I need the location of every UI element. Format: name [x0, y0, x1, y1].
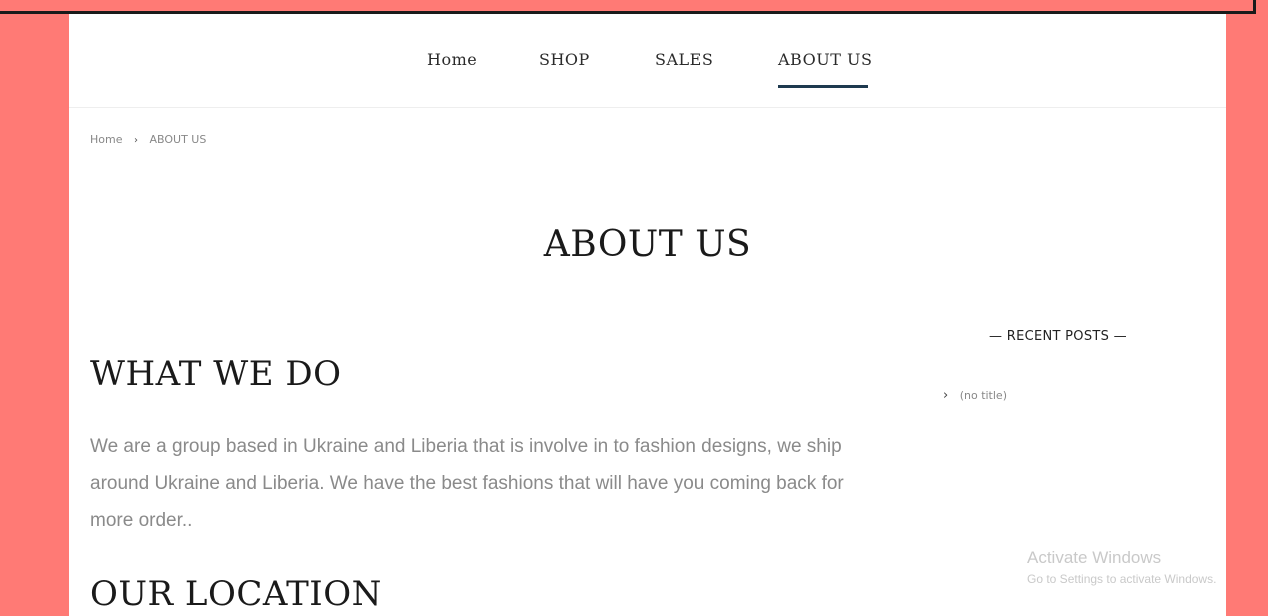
nav-item-home[interactable]: Home: [427, 50, 477, 69]
watermark-title: Activate Windows: [1027, 548, 1162, 567]
page-content: Home SHOP SALES ABOUT US Home › ABOUT US…: [69, 14, 1226, 616]
watermark-subtitle: Go to Settings to activate Windows.: [1027, 572, 1217, 586]
nav-item-shop[interactable]: SHOP: [539, 50, 590, 69]
window-frame: [0, 0, 1256, 14]
recent-post-item[interactable]: › (no title): [943, 388, 1007, 403]
main-nav: Home SHOP SALES ABOUT US: [69, 14, 1226, 108]
active-nav-indicator: [778, 85, 868, 88]
chevron-right-icon: ›: [943, 388, 949, 403]
section-heading-our-location: OUR LOCATION: [90, 574, 382, 614]
section-heading-what-we-do: WHAT WE DO: [90, 354, 342, 394]
what-we-do-text: We are a group based in Ukraine and Libe…: [90, 436, 844, 531]
nav-item-sales[interactable]: SALES: [655, 50, 713, 69]
recent-post-label[interactable]: (no title): [960, 389, 1007, 402]
sidebar-title-recent-posts: — RECENT POSTS —: [989, 329, 1127, 344]
activate-windows-watermark: Activate Windows Go to Settings to activ…: [1027, 548, 1216, 586]
breadcrumb-home-link[interactable]: Home: [90, 133, 122, 146]
breadcrumb-separator-icon: ›: [133, 135, 138, 146]
nav-item-about-us[interactable]: ABOUT US: [778, 50, 872, 69]
page-title: ABOUT US: [543, 224, 752, 265]
breadcrumb-current: ABOUT US: [149, 133, 207, 146]
breadcrumb: Home › ABOUT US: [90, 133, 206, 146]
